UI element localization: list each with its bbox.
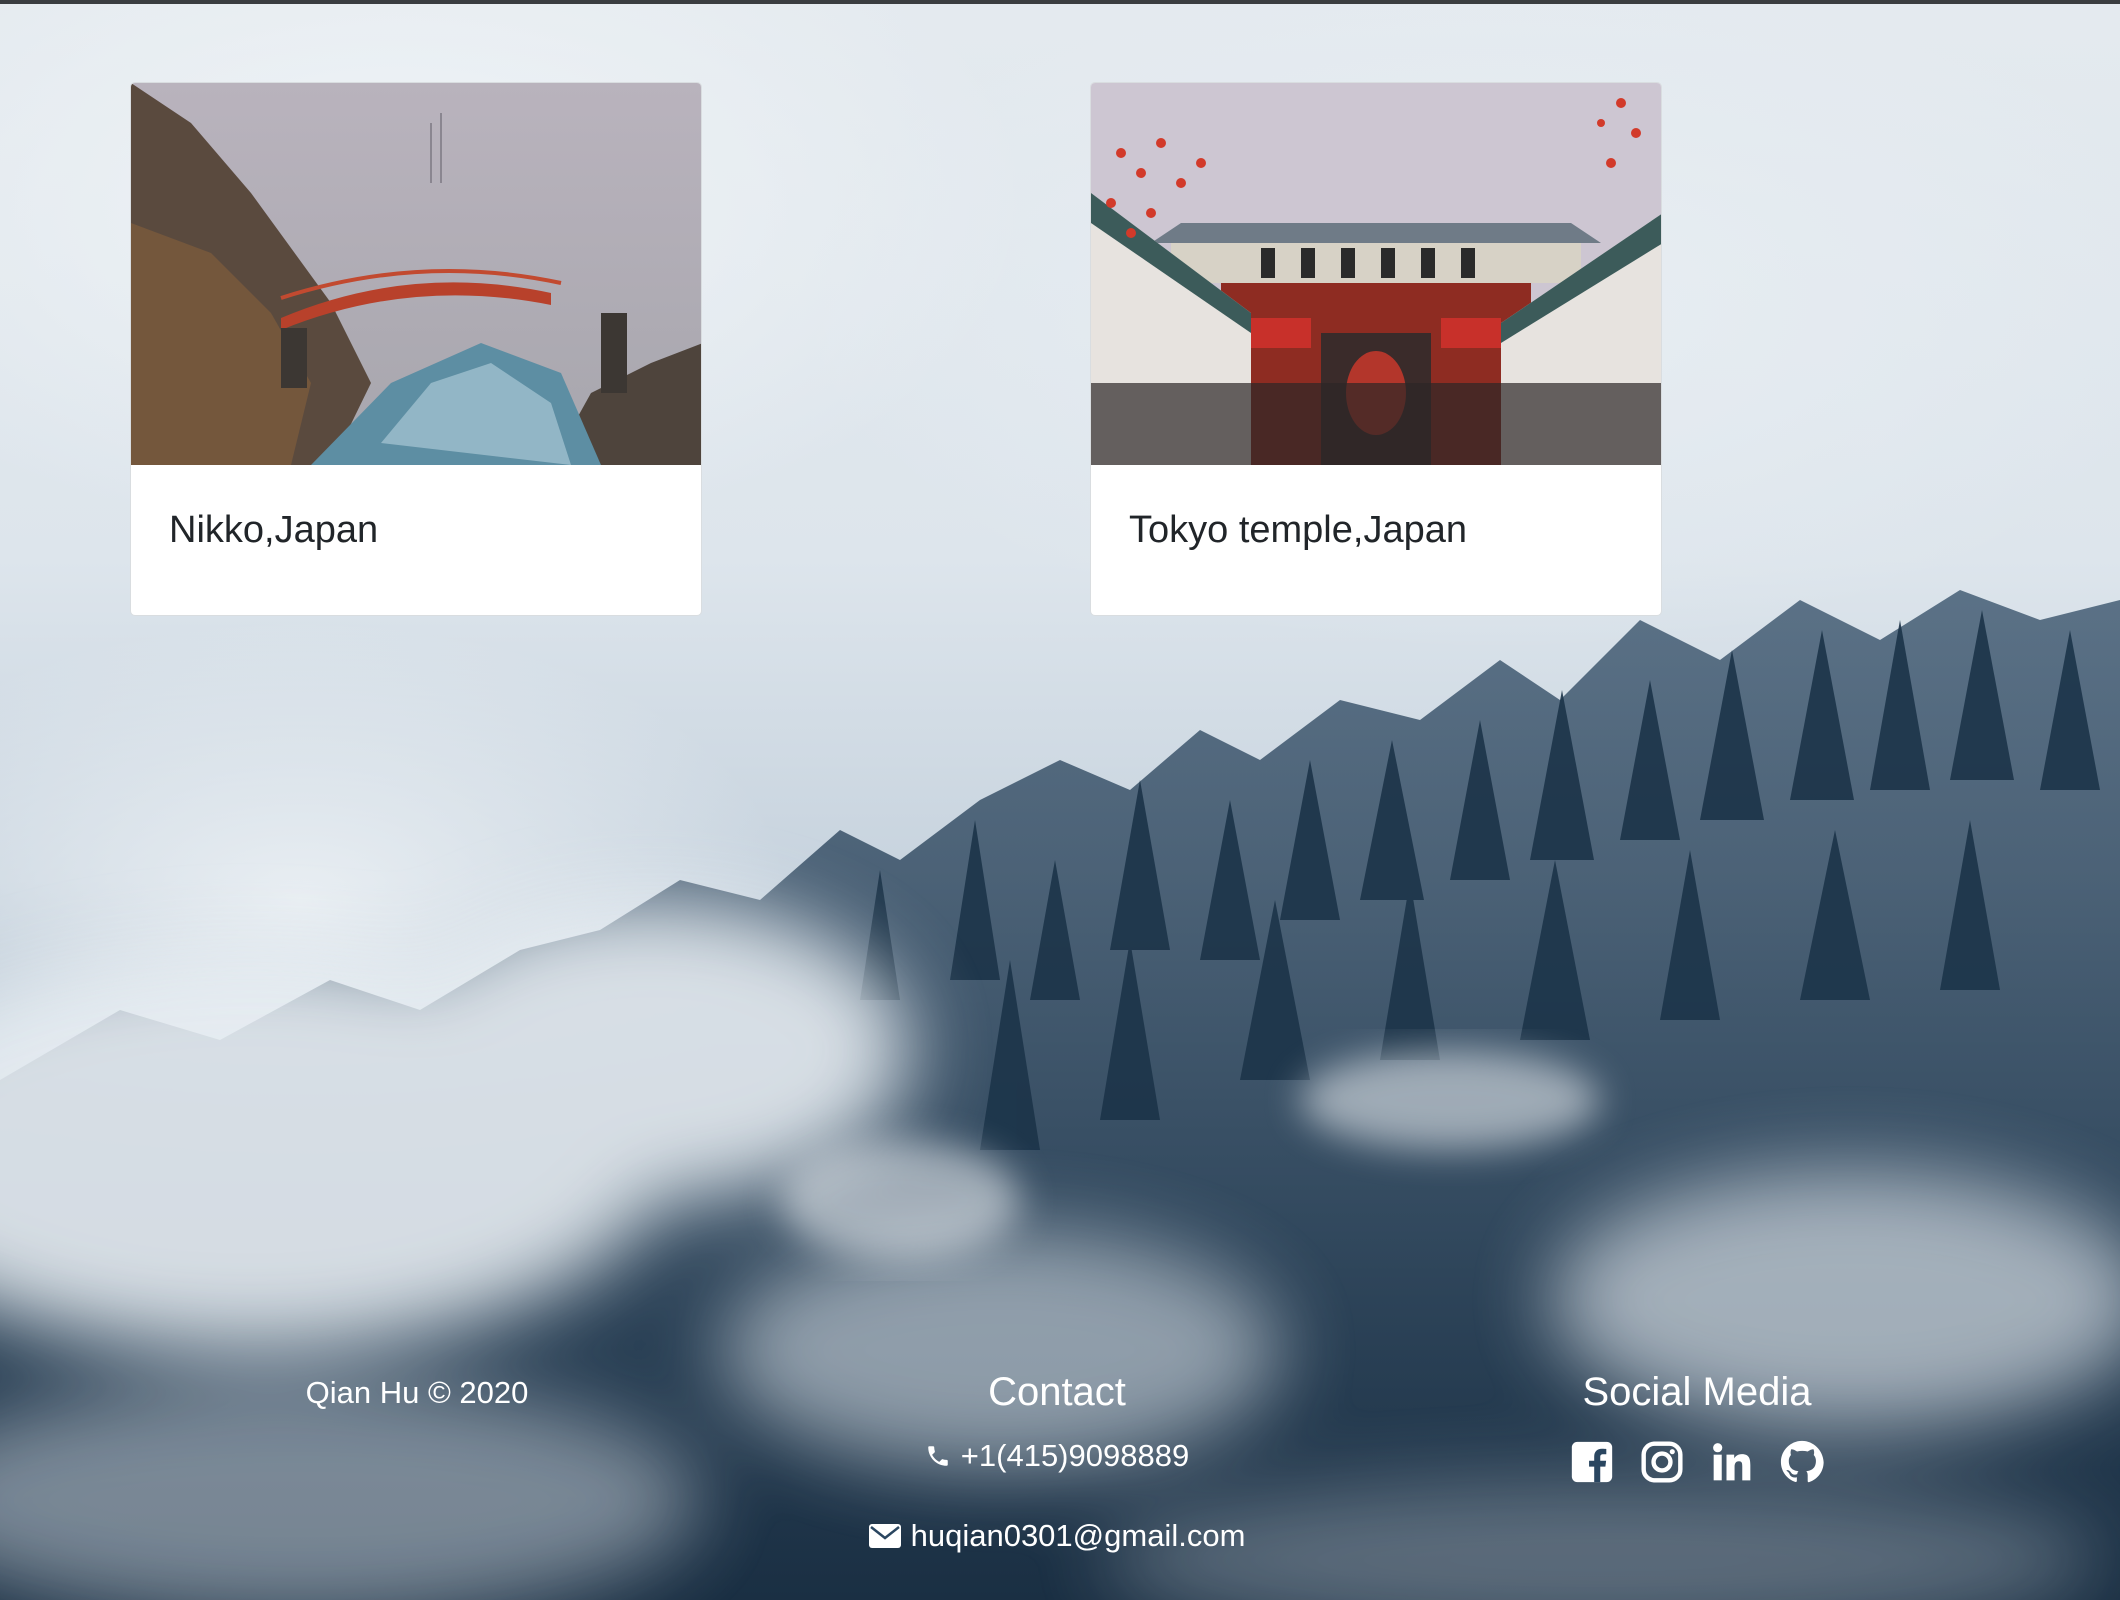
- copyright-text: Qian Hu © 2020: [305, 1375, 529, 1410]
- social-media-heading: Social Media: [1582, 1370, 1812, 1414]
- phone-icon: [925, 1443, 951, 1469]
- destination-card[interactable]: Nikko,Japan: [130, 82, 702, 616]
- contact-heading: Contact: [988, 1370, 1126, 1414]
- window-top-border: [0, 0, 2120, 4]
- facebook-icon[interactable]: [1570, 1440, 1614, 1484]
- card-title: Nikko,Japan: [169, 509, 379, 551]
- instagram-icon[interactable]: [1640, 1440, 1684, 1484]
- github-icon[interactable]: [1780, 1440, 1824, 1484]
- page-footer: Qian Hu © 2020 Contact +1(415)9098889 hu…: [0, 1360, 2120, 1600]
- envelope-icon: [868, 1523, 901, 1549]
- card-title: Tokyo temple,Japan: [1129, 509, 1467, 551]
- nikko-bridge-photo: [131, 83, 701, 465]
- phone-link[interactable]: +1(415)9098889: [857, 1438, 1257, 1474]
- email-address: huqian0301@gmail.com: [910, 1518, 1246, 1553]
- email-link[interactable]: huqian0301@gmail.com: [857, 1518, 1257, 1554]
- social-icons-row: [1497, 1440, 1897, 1484]
- linkedin-icon[interactable]: [1710, 1440, 1754, 1484]
- destination-card[interactable]: Tokyo temple,Japan: [1090, 82, 1662, 616]
- phone-number: +1(415)9098889: [960, 1438, 1190, 1473]
- tokyo-temple-photo: [1091, 83, 1661, 465]
